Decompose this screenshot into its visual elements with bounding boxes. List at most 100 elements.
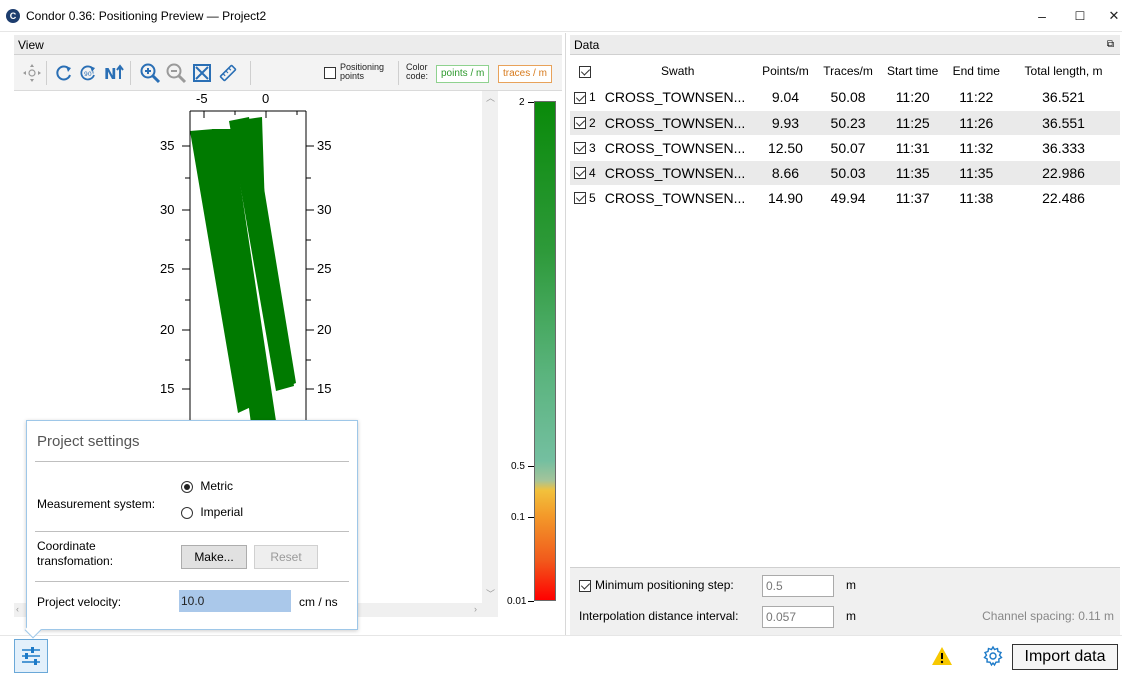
x-tick-label-0: -5 <box>196 91 208 106</box>
rotate-cw-icon[interactable] <box>52 61 76 85</box>
row-select[interactable]: 4 <box>570 160 601 186</box>
row-checkbox[interactable] <box>574 117 586 130</box>
y-tick-left-30: 30 <box>160 202 175 217</box>
min-step-label: Minimum positioning step: <box>595 578 734 592</box>
scale-tick-0.1: 0.1 <box>511 512 525 523</box>
imperial-label: Imperial <box>200 505 244 519</box>
import-data-button[interactable]: Import data <box>1012 644 1118 670</box>
table-row[interactable]: 5 CROSS_TOWNSEN... 14.90 49.94 11:37 11:38 22.… <box>570 185 1120 211</box>
row-checkbox[interactable] <box>574 192 586 205</box>
table-row[interactable]: 3 CROSS_TOWNSEN... 12.50 50.07 11:31 11:32 36.… <box>570 135 1120 161</box>
traces-per-m-button[interactable]: traces / m <box>498 65 552 83</box>
y-tick-left-25: 25 <box>160 261 175 276</box>
min-step-unit: m <box>846 578 856 592</box>
row-checkbox[interactable] <box>574 92 586 105</box>
col-start[interactable]: Start time <box>880 57 946 85</box>
color-code-label-2: code: <box>406 71 429 81</box>
end-cell: 11:32 <box>945 135 1008 161</box>
measurement-label: Measurement system: <box>37 497 156 511</box>
select-all-header[interactable] <box>570 57 601 85</box>
min-step-input[interactable]: 0.5 <box>762 575 834 597</box>
y-tick-left-35: 35 <box>160 138 175 153</box>
start-cell: 11:35 <box>879 160 946 186</box>
y-tick-left-15: 15 <box>160 381 175 396</box>
north-up-icon[interactable]: N <box>102 61 126 85</box>
start-cell: 11:20 <box>879 85 946 111</box>
window-restore-icon[interactable]: ⧉ <box>1107 35 1114 55</box>
maximize-button[interactable]: ☐ <box>1061 0 1099 32</box>
data-panel-header: Data ⧉ <box>570 35 1120 55</box>
view-panel-title: View <box>18 38 44 52</box>
velocity-input[interactable]: 10.0 <box>179 590 291 612</box>
scale-tick-2: 2 <box>519 97 525 108</box>
row-number: 2 <box>589 115 596 130</box>
zoom-in-icon[interactable] <box>138 61 162 85</box>
row-number: 3 <box>589 140 596 155</box>
metric-option[interactable]: Metric <box>181 479 233 493</box>
zoom-out-icon[interactable] <box>164 61 188 85</box>
imperial-radio[interactable] <box>181 506 193 519</box>
gear-icon[interactable] <box>982 645 1004 670</box>
project-settings-popup: Project settings Measurement system: Met… <box>26 420 358 630</box>
points-per-m-button[interactable]: points / m <box>436 65 490 83</box>
color-scale-bar <box>534 101 556 601</box>
table-row[interactable]: 4 CROSS_TOWNSEN... 8.66 50.03 11:35 11:35 22.9… <box>570 160 1120 186</box>
close-button[interactable]: ✕ <box>1095 0 1122 32</box>
row-select[interactable]: 3 <box>570 135 601 161</box>
positioning-points-label-2: points <box>340 71 365 81</box>
col-swath[interactable]: Swath <box>601 57 755 85</box>
select-all-checkbox[interactable] <box>579 65 592 78</box>
points-cell: 9.93 <box>754 110 817 136</box>
rotate-90-icon[interactable]: 90° <box>76 61 100 85</box>
col-points[interactable]: Points/m <box>755 57 817 85</box>
data-panel-title: Data <box>574 38 600 52</box>
positioning-options: Minimum positioning step: 0.5 m Interpol… <box>570 567 1120 635</box>
ruler-icon[interactable] <box>216 61 240 85</box>
length-cell: 36.521 <box>1007 85 1120 111</box>
row-select[interactable]: 1 <box>570 85 601 111</box>
metric-label: Metric <box>200 479 234 493</box>
app-icon: C <box>6 9 20 23</box>
imperial-option[interactable]: Imperial <box>181 505 243 519</box>
row-select[interactable]: 2 <box>570 110 601 136</box>
points-cell: 12.50 <box>754 135 817 161</box>
col-length[interactable]: Total length, m <box>1007 57 1120 85</box>
y-tick-right-15: 15 <box>317 381 332 396</box>
project-settings-toggle[interactable] <box>14 639 48 673</box>
view-panel-header: View <box>14 35 562 55</box>
reset-button[interactable]: Reset <box>254 545 318 569</box>
row-number: 4 <box>589 165 596 180</box>
table-row[interactable]: 1 CROSS_TOWNSEN... 9.04 50.08 11:20 11:22 36.5… <box>570 85 1120 111</box>
scale-tick-0.01: 0.01 <box>507 596 527 607</box>
make-button[interactable]: Make... <box>181 545 247 569</box>
end-cell: 11:35 <box>945 160 1008 186</box>
data-table: Swath Points/m Traces/m Start time End t… <box>570 57 1120 211</box>
min-step-checkbox[interactable] <box>579 580 591 592</box>
warning-icon[interactable] <box>931 646 953 669</box>
length-cell: 22.986 <box>1007 160 1120 186</box>
move-icon[interactable] <box>20 61 44 85</box>
positioning-points-checkbox[interactable] <box>324 67 336 79</box>
traces-cell: 50.03 <box>816 160 880 186</box>
row-checkbox[interactable] <box>574 167 586 180</box>
swath-cell: CROSS_TOWNSEN... <box>600 135 755 161</box>
end-cell: 11:22 <box>945 85 1008 111</box>
view-toolbar: 90° N Positioning points Color code: poi… <box>14 55 562 91</box>
col-traces[interactable]: Traces/m <box>816 57 880 85</box>
popup-title: Project settings <box>37 433 140 450</box>
interp-input[interactable]: 0.057 <box>762 606 834 628</box>
scale-tick-0.5: 0.5 <box>511 461 525 472</box>
interp-unit: m <box>846 609 856 623</box>
interp-label: Interpolation distance interval: <box>579 609 739 623</box>
row-number: 5 <box>589 190 596 205</box>
channel-spacing: Channel spacing: 0.11 m <box>982 609 1114 623</box>
row-select[interactable]: 5 <box>570 185 601 211</box>
col-end[interactable]: End time <box>946 57 1008 85</box>
end-cell: 11:38 <box>945 185 1008 211</box>
minimize-button[interactable]: – <box>1023 0 1061 32</box>
fit-extent-icon[interactable] <box>190 61 214 85</box>
table-row[interactable]: 2 CROSS_TOWNSEN... 9.93 50.23 11:25 11:26 36.5… <box>570 110 1120 136</box>
metric-radio[interactable] <box>181 480 193 493</box>
plot-vertical-scrollbar[interactable]: ︿ ﹀ <box>482 91 498 603</box>
row-checkbox[interactable] <box>574 142 586 155</box>
